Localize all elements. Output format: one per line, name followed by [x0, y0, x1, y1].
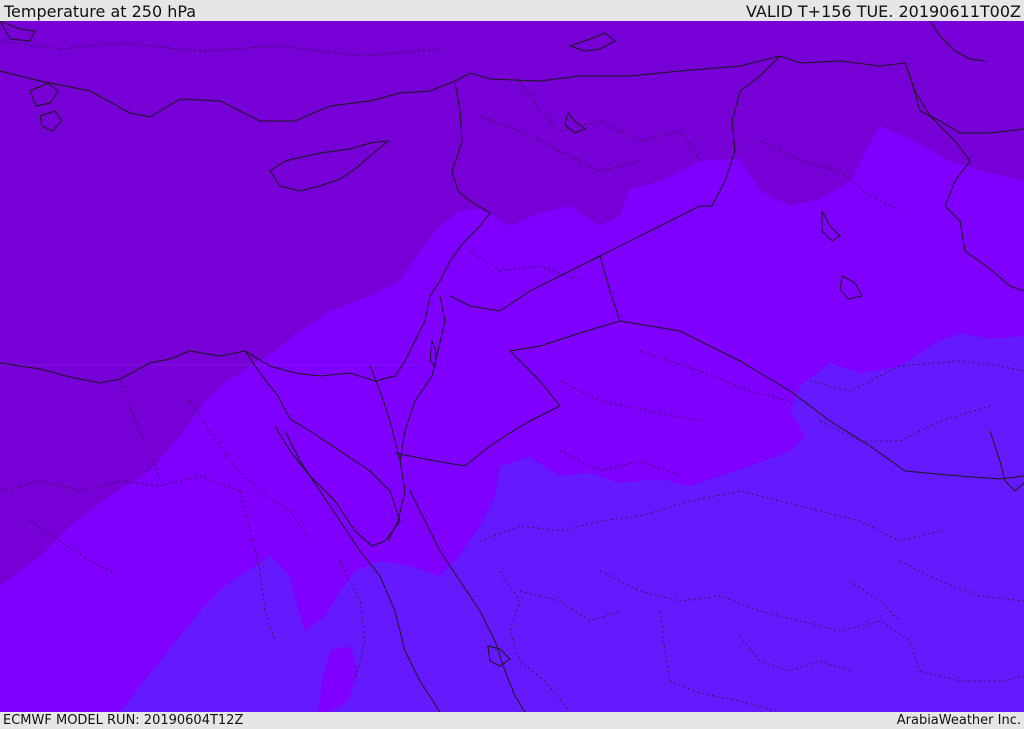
header-bar: Temperature at 250 hPa VALID T+156 TUE. …: [0, 0, 1024, 21]
weather-map[interactable]: [0, 21, 1024, 712]
valid-time: VALID T+156 TUE. 20190611T00Z: [745, 2, 1021, 21]
map-title: Temperature at 250 hPa: [4, 2, 197, 21]
model-run-label: ECMWF MODEL RUN: 20190604T12Z: [3, 713, 244, 728]
footer-bar: ECMWF MODEL RUN: 20190604T12Z ArabiaWeat…: [0, 712, 1024, 729]
credit-label: ArabiaWeather Inc.: [896, 713, 1021, 728]
